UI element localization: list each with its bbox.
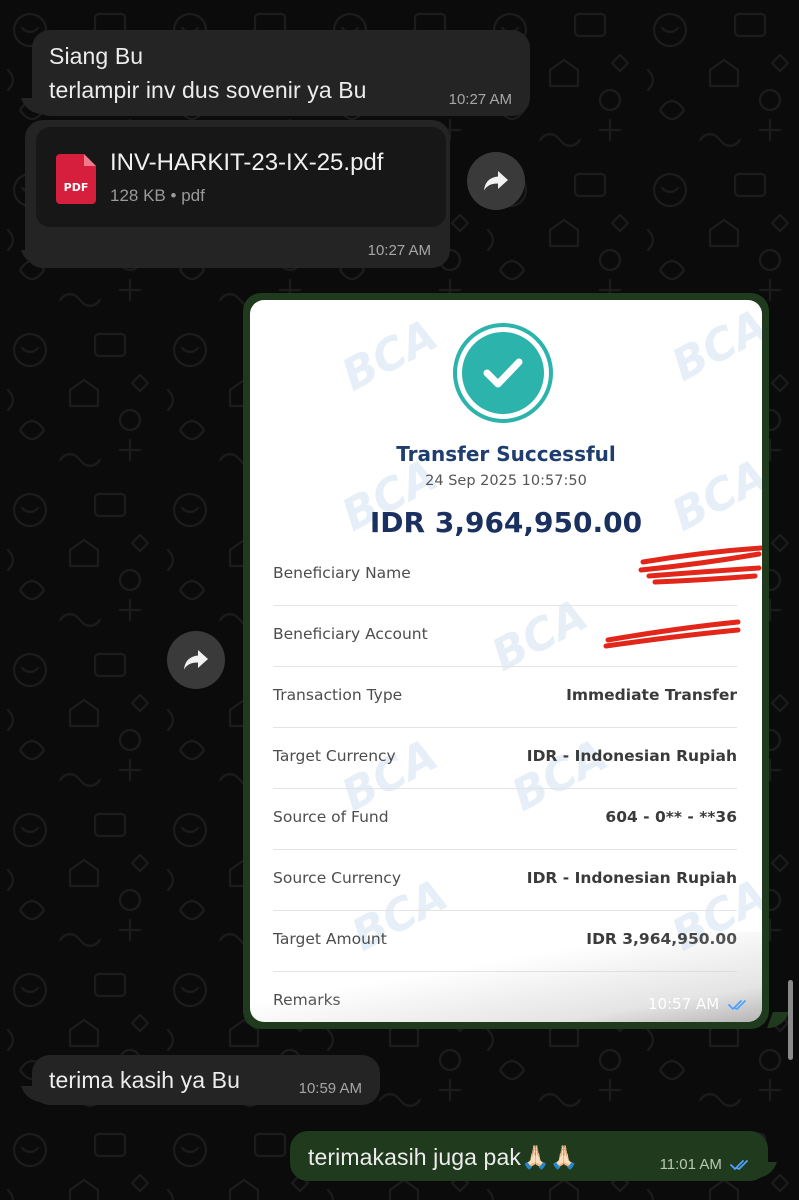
receipt-row-value: IDR - Indonesian Rupiah bbox=[526, 869, 737, 887]
receipt-row: Source of Fund 604 - 0** - **36 bbox=[273, 789, 737, 850]
redaction-scribble bbox=[603, 619, 741, 649]
receipt-row-label: Target Amount bbox=[273, 930, 387, 948]
bca-watermark: BCA bbox=[333, 309, 447, 402]
receipt-status-title: Transfer Successful bbox=[396, 442, 616, 466]
receipt-row-value: Immediate Transfer bbox=[566, 686, 737, 704]
receipt-row-label: Target Currency bbox=[273, 747, 396, 765]
receipt-row-value: IDR 3,964,950.00 bbox=[586, 930, 737, 948]
checkmark-icon bbox=[483, 358, 523, 388]
receipt-row: Source Currency IDR - Indonesian Rupiah bbox=[273, 850, 737, 911]
receipt-row-value: IDR - Indonesian Rupiah bbox=[526, 747, 737, 765]
transfer-receipt-image[interactable]: BCA BCA BCA BCA BCA BCA BCA BCA BCA Tran… bbox=[250, 300, 762, 1022]
message-timestamp: 10:27 AM bbox=[367, 242, 431, 259]
timestamp-text: 10:57 AM bbox=[648, 995, 720, 1013]
bca-watermark: BCA bbox=[663, 300, 762, 392]
message-timestamp: 10:27 AM bbox=[448, 91, 512, 108]
receipt-amount: IDR 3,964,950.00 bbox=[369, 506, 643, 539]
message-text-line: terima kasih ya Bu bbox=[49, 1067, 240, 1093]
receipt-row-label: Remarks bbox=[273, 991, 341, 1009]
double-check-icon bbox=[728, 999, 746, 1010]
message-timestamp: 10:57 AM bbox=[648, 995, 748, 1013]
receipt-row-label: Beneficiary Account bbox=[273, 625, 428, 643]
redaction-scribble bbox=[638, 545, 762, 585]
receipt-row: Target Currency IDR - Indonesian Rupiah bbox=[273, 728, 737, 789]
receipt-row-value: 604 - 0** - **36 bbox=[605, 808, 737, 826]
success-badge bbox=[453, 323, 553, 423]
double-check-icon bbox=[730, 1160, 748, 1170]
pdf-attachment[interactable]: PDF INV-HARKIT-23-IX-25.pdf 128 KB • pdf bbox=[36, 127, 446, 227]
pdf-icon-label: PDF bbox=[64, 181, 89, 194]
forward-icon bbox=[484, 171, 508, 191]
receipt-row-label: Beneficiary Name bbox=[273, 564, 411, 582]
pdf-icon: PDF bbox=[56, 154, 96, 204]
incoming-message-bubble[interactable]: terima kasih ya Bu 10:59 AM bbox=[32, 1055, 380, 1105]
receipt-row-label: Source of Fund bbox=[273, 808, 389, 826]
forward-button[interactable] bbox=[167, 631, 225, 689]
message-timestamp: 11:01 AM bbox=[660, 1156, 750, 1173]
attachment-file-size: 128 KB bbox=[110, 186, 166, 205]
incoming-message-bubble[interactable]: Siang Bu terlampir inv dus sovenir ya Bu… bbox=[32, 30, 530, 116]
message-text-line: terlampir inv dus sovenir ya Bu bbox=[49, 77, 367, 103]
meta-separator: • bbox=[170, 186, 182, 205]
outgoing-message-bubble[interactable]: terimakasih juga pak🙏🏻🙏🏻 11:01 AM bbox=[290, 1131, 768, 1181]
timestamp-text: 11:01 AM bbox=[659, 1156, 722, 1173]
message-text-line: terimakasih juga pak🙏🏻🙏🏻 bbox=[308, 1144, 579, 1170]
receipt-row-label: Source Currency bbox=[273, 869, 401, 887]
message-timestamp: 10:59 AM bbox=[298, 1080, 362, 1097]
forward-icon bbox=[184, 650, 208, 670]
receipt-row: Target Amount IDR 3,964,950.00 bbox=[273, 911, 737, 972]
receipt-row: Transaction Type Immediate Transfer bbox=[273, 667, 737, 728]
forward-button[interactable] bbox=[467, 152, 525, 210]
message-text-line: Siang Bu bbox=[49, 43, 144, 69]
attachment-file-name: INV-HARKIT-23-IX-25.pdf bbox=[110, 149, 384, 176]
receipt-row-label: Transaction Type bbox=[273, 686, 403, 704]
attachment-file-type: pdf bbox=[181, 186, 205, 205]
receipt-datetime: 24 Sep 2025 10:57:50 bbox=[425, 473, 587, 489]
attachment-file-meta: 128 KB • pdf bbox=[110, 186, 205, 206]
scrollbar[interactable] bbox=[788, 980, 793, 1060]
